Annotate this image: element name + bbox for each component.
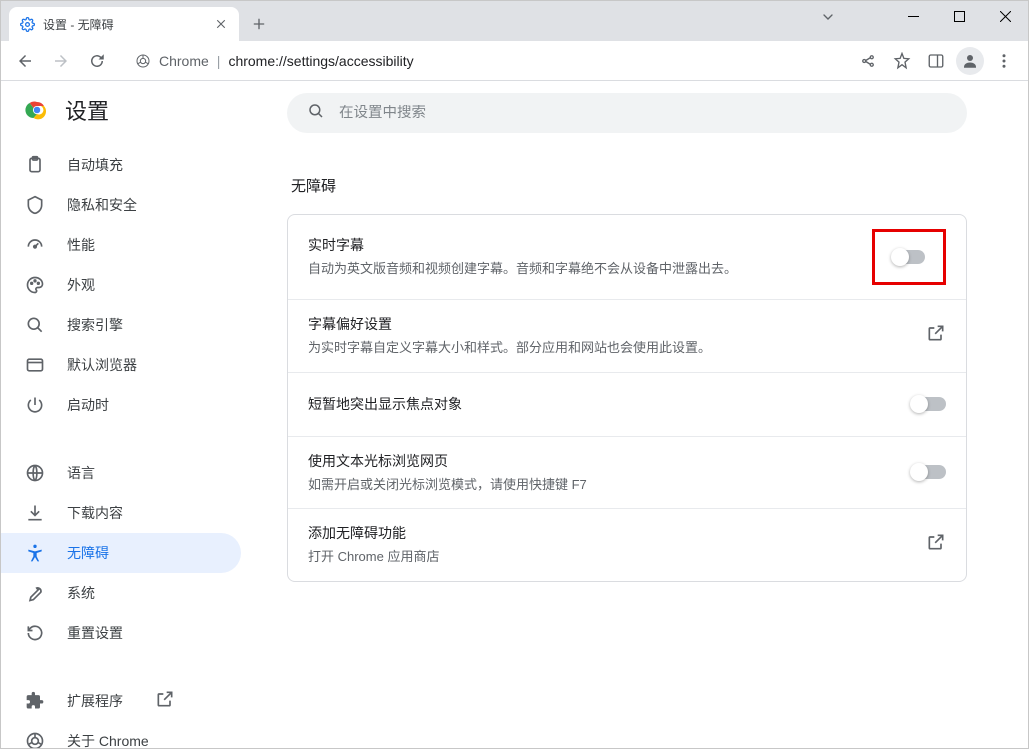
side-panel-button[interactable] <box>920 45 952 77</box>
window-controls <box>890 1 1028 31</box>
reload-button[interactable] <box>81 45 113 77</box>
sidebar-item-on-startup[interactable]: 启动时 <box>1 385 241 425</box>
tab-search-button[interactable] <box>812 7 844 27</box>
browser-icon <box>25 355 45 375</box>
back-button[interactable] <box>9 45 41 77</box>
row-focus-highlight: 短暂地突出显示焦点对象 <box>288 372 966 436</box>
row-caption-preferences[interactable]: 字幕偏好设置 为实时字幕自定义字幕大小和样式。部分应用和网站也会使用此设置。 <box>288 299 966 372</box>
toggle-caret-browsing[interactable] <box>912 465 946 479</box>
bookmark-button[interactable] <box>886 45 918 77</box>
settings-search[interactable] <box>287 93 967 133</box>
toggle-focus-highlight[interactable] <box>912 397 946 411</box>
close-tab-button[interactable] <box>213 16 229 32</box>
share-button[interactable] <box>852 45 884 77</box>
row-add-accessibility[interactable]: 添加无障碍功能 打开 Chrome 应用商店 <box>288 508 966 581</box>
row-title: 短暂地突出显示焦点对象 <box>308 394 912 414</box>
sidebar-item-reset[interactable]: 重置设置 <box>1 613 241 653</box>
globe-icon <box>25 463 45 483</box>
forward-button[interactable] <box>45 45 77 77</box>
highlight-annotation <box>872 229 946 285</box>
maximize-button[interactable] <box>936 1 982 31</box>
row-desc: 如需开启或关闭光标浏览模式，请使用快捷键 F7 <box>308 475 912 495</box>
toggle-live-caption[interactable] <box>893 250 925 264</box>
sidebar-item-about[interactable]: 关于 Chrome <box>1 721 241 748</box>
gear-icon <box>19 16 35 32</box>
row-caret-browsing: 使用文本光标浏览网页 如需开启或关闭光标浏览模式，请使用快捷键 F7 <box>288 436 966 509</box>
shield-icon <box>25 195 45 215</box>
browser-tab-strip: 设置 - 无障碍 <box>1 1 1028 41</box>
accessibility-card: 实时字幕 自动为英文版音频和视频创建字幕。音频和字幕绝不会从设备中泄露出去。 字… <box>287 214 967 582</box>
external-link-icon <box>926 532 946 557</box>
row-live-caption: 实时字幕 自动为英文版音频和视频创建字幕。音频和字幕绝不会从设备中泄露出去。 <box>288 215 966 299</box>
page-title: 设置 <box>65 94 109 126</box>
search-icon <box>307 102 325 125</box>
palette-icon <box>25 275 45 295</box>
minimize-button[interactable] <box>890 1 936 31</box>
settings-search-input[interactable] <box>339 105 947 121</box>
profile-button[interactable] <box>954 45 986 77</box>
sidebar-item-appearance[interactable]: 外观 <box>1 265 241 305</box>
sidebar-item-privacy[interactable]: 隐私和安全 <box>1 185 241 225</box>
row-desc: 为实时字幕自定义字幕大小和样式。部分应用和网站也会使用此设置。 <box>308 338 926 358</box>
wrench-icon <box>25 583 45 603</box>
sidebar-item-accessibility[interactable]: 无障碍 <box>1 533 241 573</box>
row-title: 字幕偏好设置 <box>308 314 926 334</box>
sidebar-item-search-engine[interactable]: 搜索引擎 <box>1 305 241 345</box>
chrome-site-icon <box>135 53 151 69</box>
speed-icon <box>25 235 45 255</box>
sidebar-item-downloads[interactable]: 下载内容 <box>1 493 241 533</box>
settings-main-content: 无障碍 实时字幕 自动为英文版音频和视频创建字幕。音频和字幕绝不会从设备中泄露出… <box>259 81 1028 748</box>
row-title: 使用文本光标浏览网页 <box>308 451 912 471</box>
power-icon <box>25 395 45 415</box>
search-icon <box>25 315 45 335</box>
accessibility-icon <box>25 543 45 563</box>
sidebar-item-default-browser[interactable]: 默认浏览器 <box>1 345 241 385</box>
settings-page: 设置 自动填充 隐私和安全 性能 外观 搜索引擎 默认浏览器 启动时 语言 下载… <box>1 81 1028 748</box>
person-icon <box>956 47 984 75</box>
section-title: 无障碍 <box>291 175 1004 196</box>
url-text: Chrome | chrome://settings/accessibility <box>159 53 414 69</box>
row-title: 实时字幕 <box>308 235 872 255</box>
external-link-icon <box>155 689 175 714</box>
sidebar-item-languages[interactable]: 语言 <box>1 453 241 493</box>
clipboard-icon <box>25 155 45 175</box>
new-tab-button[interactable] <box>245 10 273 38</box>
extension-icon <box>25 691 45 711</box>
browser-toolbar: Chrome | chrome://settings/accessibility <box>1 41 1028 81</box>
browser-tab[interactable]: 设置 - 无障碍 <box>9 7 239 41</box>
sidebar-item-extensions[interactable]: 扩展程序 <box>1 681 241 721</box>
sidebar-item-autofill[interactable]: 自动填充 <box>1 145 241 185</box>
row-title: 添加无障碍功能 <box>308 523 926 543</box>
chrome-icon <box>25 731 45 748</box>
settings-sidebar[interactable]: 自动填充 隐私和安全 性能 外观 搜索引擎 默认浏览器 启动时 语言 下载内容 … <box>1 139 259 748</box>
sidebar-item-performance[interactable]: 性能 <box>1 225 241 265</box>
external-link-icon <box>926 323 946 348</box>
address-bar[interactable]: Chrome | chrome://settings/accessibility <box>123 46 842 76</box>
download-icon <box>25 503 45 523</box>
reset-icon <box>25 623 45 643</box>
settings-header: 设置 <box>1 81 259 139</box>
chrome-logo-icon <box>25 98 49 122</box>
row-desc: 自动为英文版音频和视频创建字幕。音频和字幕绝不会从设备中泄露出去。 <box>308 259 872 279</box>
tab-title: 设置 - 无障碍 <box>43 16 205 33</box>
row-desc: 打开 Chrome 应用商店 <box>308 547 926 567</box>
chrome-menu-button[interactable] <box>988 45 1020 77</box>
sidebar-item-system[interactable]: 系统 <box>1 573 241 613</box>
close-window-button[interactable] <box>982 1 1028 31</box>
